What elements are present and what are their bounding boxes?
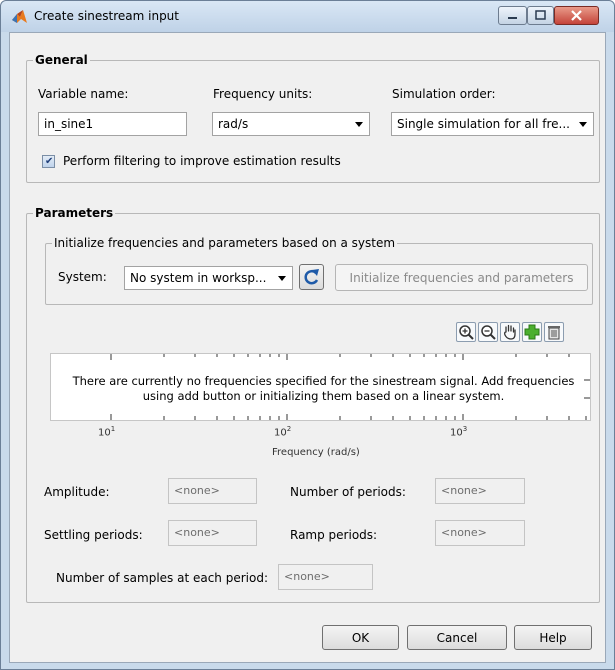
ok-button[interactable]: OK: [322, 625, 399, 650]
matlab-icon: [12, 10, 27, 23]
dialog-body: General Variable name: Frequency units: …: [9, 32, 606, 663]
samples-per-period-field[interactable]: <none>: [278, 564, 373, 590]
filtering-checkbox-label: Perform filtering to improve estimation …: [63, 154, 341, 168]
amplitude-label: Amplitude:: [44, 485, 110, 499]
initialize-frequencies-button[interactable]: Initialize frequencies and parameters: [335, 264, 588, 291]
settling-periods-label: Settling periods:: [44, 528, 143, 542]
minimize-button[interactable]: [498, 6, 527, 25]
delete-frequency-button[interactable]: [544, 322, 564, 342]
filtering-checkbox[interactable]: ✔: [42, 155, 55, 168]
frequency-units-select[interactable]: rad/s: [212, 112, 370, 136]
simulation-order-value: Single simulation for all fre...: [397, 117, 570, 131]
tick-label-10-3: 103: [450, 425, 468, 439]
pan-hand-icon: [504, 324, 516, 340]
chevron-down-icon: [278, 276, 286, 281]
plot-x-axis-label: Frequency (rad/s): [272, 447, 360, 458]
empty-plot-message: There are currently no frequencies speci…: [72, 374, 575, 403]
zoom-in-icon: [459, 325, 474, 340]
delete-icon: [548, 326, 560, 340]
maximize-icon: [535, 10, 546, 20]
settling-periods-field[interactable]: <none>: [168, 520, 257, 546]
frequency-units-label: Frequency units:: [213, 87, 313, 101]
close-icon: [571, 10, 582, 21]
close-button[interactable]: [554, 6, 599, 25]
general-group-title: General: [33, 53, 90, 67]
chevron-down-icon: [579, 122, 587, 127]
window-title: Create sinestream input: [34, 9, 179, 23]
number-of-periods-label: Number of periods:: [290, 485, 406, 499]
tick-label-10-2: 102: [274, 425, 292, 439]
zoom-out-icon: [481, 325, 496, 340]
simulation-order-label: Simulation order:: [392, 87, 496, 101]
initialize-group-title: Initialize frequencies and parameters ba…: [52, 236, 398, 250]
system-value: No system in worksp...: [130, 271, 267, 285]
amplitude-field[interactable]: <none>: [168, 478, 257, 504]
add-icon: [524, 324, 540, 340]
number-of-periods-field[interactable]: <none>: [435, 478, 525, 504]
system-label: System:: [58, 270, 107, 284]
cancel-button[interactable]: Cancel: [407, 625, 507, 650]
refresh-button[interactable]: [299, 264, 324, 290]
simulation-order-select[interactable]: Single simulation for all fre...: [391, 112, 594, 136]
pan-button[interactable]: [500, 322, 520, 342]
chevron-down-icon: [355, 122, 363, 127]
system-select[interactable]: No system in worksp...: [124, 266, 293, 290]
maximize-button[interactable]: [527, 6, 554, 25]
dialog-window: Create sinestream input General Variable…: [0, 0, 615, 670]
minimize-icon: [508, 17, 517, 19]
variable-name-label: Variable name:: [38, 87, 129, 101]
parameters-group-title: Parameters: [33, 206, 116, 220]
add-frequency-button[interactable]: [522, 322, 542, 342]
ramp-periods-field[interactable]: <none>: [435, 520, 525, 546]
ramp-periods-label: Ramp periods:: [290, 528, 378, 542]
help-button[interactable]: Help: [514, 625, 592, 650]
refresh-icon: [304, 269, 319, 285]
checkmark-icon: ✔: [45, 156, 54, 167]
tick-label-10-1: 101: [98, 425, 116, 439]
zoom-in-button[interactable]: [456, 322, 476, 342]
zoom-out-button[interactable]: [478, 322, 498, 342]
samples-per-period-label: Number of samples at each period:: [56, 571, 268, 585]
variable-name-input[interactable]: in_sine1: [38, 112, 187, 136]
frequency-units-value: rad/s: [218, 117, 249, 131]
frequency-plot[interactable]: There are currently no frequencies speci…: [50, 353, 591, 421]
title-bar[interactable]: Create sinestream input: [1, 1, 614, 32]
